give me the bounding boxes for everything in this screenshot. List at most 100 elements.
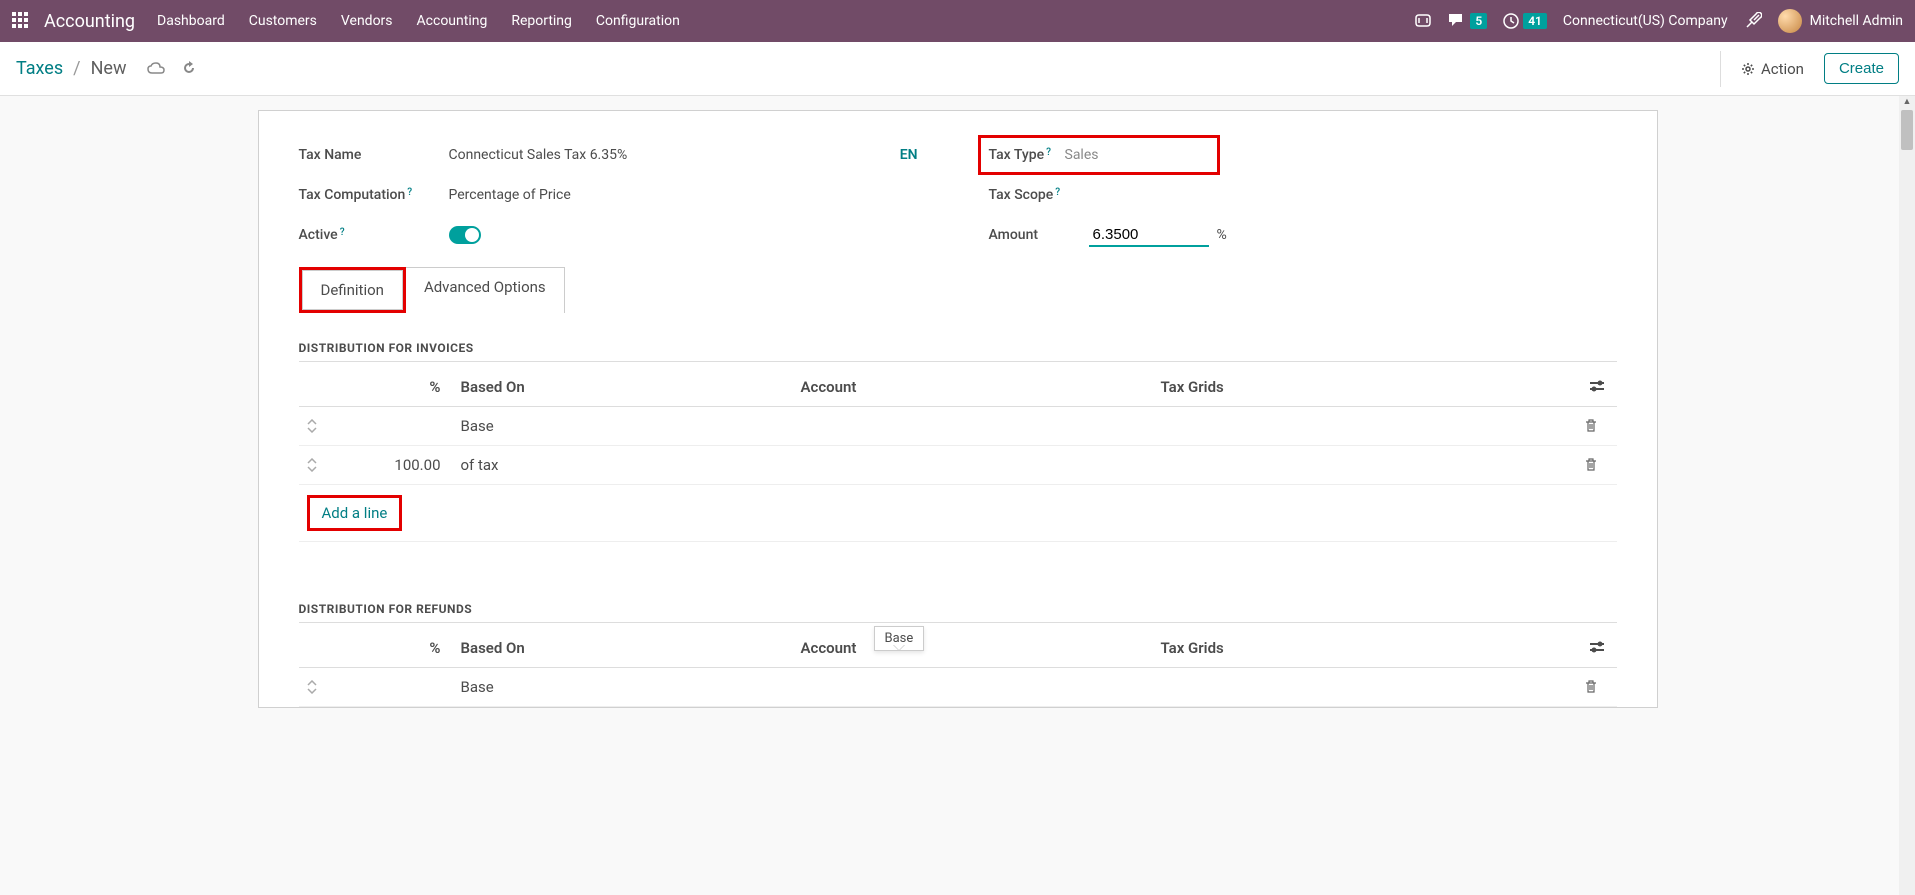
row-basedon[interactable]: Base <box>453 407 793 446</box>
help-icon[interactable]: ? <box>1046 147 1051 158</box>
tab-definition-highlight: Definition <box>299 267 406 313</box>
columns-options-icon[interactable] <box>1589 641 1605 653</box>
add-line-button[interactable]: Add a line <box>316 500 394 526</box>
create-button[interactable]: Create <box>1824 53 1899 84</box>
delete-row-icon[interactable] <box>1577 407 1617 446</box>
action-button[interactable]: Action <box>1741 60 1804 78</box>
row-taxgrids[interactable] <box>1153 407 1577 446</box>
tax-type-label: Tax Type ? <box>989 147 1065 163</box>
row-account[interactable] <box>793 667 1153 706</box>
amount-input[interactable] <box>1089 224 1209 247</box>
help-icon[interactable]: ? <box>407 187 412 198</box>
col-account: Account <box>793 629 1153 668</box>
support-icon[interactable] <box>1414 14 1432 28</box>
col-taxgrids: Tax Grids <box>1153 629 1577 668</box>
user-menu[interactable]: Mitchell Admin <box>1778 9 1903 33</box>
drag-handle-icon[interactable] <box>299 407 333 446</box>
nav-dashboard[interactable]: Dashboard <box>157 13 225 29</box>
col-pct: % <box>333 629 453 668</box>
invoices-table: % Based On Account Tax Grids <box>299 368 1617 572</box>
active-toggle[interactable] <box>449 226 481 244</box>
nav-vendors[interactable]: Vendors <box>341 13 393 29</box>
tooltip-text: Base <box>885 631 914 646</box>
table-row[interactable]: Base <box>299 667 1617 706</box>
tab-advanced-options[interactable]: Advanced Options <box>406 267 565 313</box>
control-right: Action Create <box>1720 51 1899 87</box>
field-active: Active ? <box>299 215 938 255</box>
refunds-table: % Based On Account Tax Grids <box>299 629 1617 707</box>
tab-definition[interactable]: Definition <box>302 270 403 310</box>
field-tax-name: Tax Name Connecticut Sales Tax 6.35% EN <box>299 135 938 175</box>
invoices-title: DISTRIBUTION FOR INVOICES <box>299 341 1617 362</box>
cloud-save-icon[interactable] <box>147 62 165 76</box>
tax-computation-value[interactable]: Percentage of Price <box>449 187 938 203</box>
field-tax-scope: Tax Scope ? <box>978 175 1617 215</box>
drag-handle-icon[interactable] <box>299 667 333 706</box>
refunds-title: DISTRIBUTION FOR REFUNDS <box>299 602 1617 623</box>
tabs: Definition Advanced Options <box>299 267 1617 313</box>
nav-menu: Dashboard Customers Vendors Accounting R… <box>157 13 680 29</box>
activities-badge: 41 <box>1523 13 1547 29</box>
lang-badge[interactable]: EN <box>900 147 918 163</box>
scrollbar[interactable]: ▲ <box>1899 96 1915 895</box>
columns-options-icon[interactable] <box>1589 380 1605 392</box>
tax-scope-label: Tax Scope ? <box>989 187 1139 203</box>
tax-computation-label: Tax Computation ? <box>299 187 449 203</box>
section-refunds: DISTRIBUTION FOR REFUNDS % Based On Acco… <box>299 602 1617 707</box>
control-bar: Taxes / New Action Create <box>0 42 1915 96</box>
delete-row-icon[interactable] <box>1577 446 1617 485</box>
table-row[interactable]: Base <box>299 407 1617 446</box>
tax-name-value[interactable]: Connecticut Sales Tax 6.35% <box>449 147 900 163</box>
brand[interactable]: Accounting <box>44 11 135 32</box>
nav-accounting[interactable]: Accounting <box>417 13 488 29</box>
field-tax-type: Tax Type ? Sales <box>978 135 1220 175</box>
nav-reporting[interactable]: Reporting <box>511 13 572 29</box>
amount-label: Amount <box>989 227 1089 243</box>
scroll-up-icon[interactable]: ▲ <box>1899 96 1915 110</box>
row-taxgrids[interactable] <box>1153 446 1577 485</box>
breadcrumb-root[interactable]: Taxes <box>16 58 63 79</box>
tax-type-value[interactable]: Sales <box>1065 147 1209 163</box>
row-pct[interactable] <box>333 407 453 446</box>
activities-icon[interactable]: 41 <box>1503 13 1547 29</box>
amount-suffix: % <box>1217 227 1227 243</box>
row-pct[interactable] <box>333 667 453 706</box>
form-sheet: Tax Name Connecticut Sales Tax 6.35% EN … <box>258 110 1658 708</box>
section-invoices: DISTRIBUTION FOR INVOICES % Based On Acc… <box>299 341 1617 572</box>
scrollbar-thumb[interactable] <box>1901 110 1913 150</box>
action-label: Action <box>1761 60 1804 78</box>
messages-badge: 5 <box>1470 13 1487 29</box>
field-tax-computation: Tax Computation ? Percentage of Price <box>299 175 938 215</box>
messages-icon[interactable]: 5 <box>1448 13 1487 29</box>
user-name: Mitchell Admin <box>1810 13 1903 29</box>
nav-customers[interactable]: Customers <box>249 13 317 29</box>
company-selector[interactable]: Connecticut(US) Company <box>1563 13 1728 29</box>
discard-icon[interactable] <box>181 61 197 77</box>
row-basedon[interactable]: of tax <box>453 446 793 485</box>
row-pct[interactable]: 100.00 <box>333 446 453 485</box>
table-row[interactable]: 100.00 of tax <box>299 446 1617 485</box>
help-icon[interactable]: ? <box>340 227 345 238</box>
delete-row-icon[interactable] <box>1577 667 1617 706</box>
tools-icon[interactable] <box>1744 12 1762 30</box>
col-basedon: Based On <box>453 368 793 407</box>
field-grid: Tax Name Connecticut Sales Tax 6.35% EN … <box>299 135 1617 255</box>
avatar <box>1778 9 1802 33</box>
row-taxgrids[interactable] <box>1153 667 1577 706</box>
drag-handle-icon[interactable] <box>299 446 333 485</box>
breadcrumb-sep: / <box>73 58 80 79</box>
col-basedon: Based On <box>453 629 793 668</box>
help-icon[interactable]: ? <box>1055 187 1060 198</box>
apps-icon[interactable] <box>12 12 30 30</box>
nav-configuration[interactable]: Configuration <box>596 13 680 29</box>
main: Tax Name Connecticut Sales Tax 6.35% EN … <box>0 96 1915 895</box>
row-basedon[interactable]: Base <box>453 667 793 706</box>
breadcrumb-current: New <box>91 58 127 79</box>
active-label: Active ? <box>299 227 449 243</box>
row-account[interactable] <box>793 446 1153 485</box>
col-pct: % <box>333 368 453 407</box>
row-account[interactable] <box>793 407 1153 446</box>
top-nav: Accounting Dashboard Customers Vendors A… <box>0 0 1915 42</box>
breadcrumb: Taxes / New <box>16 58 197 79</box>
nav-right: 5 41 Connecticut(US) Company Mitchell Ad… <box>1414 9 1903 33</box>
